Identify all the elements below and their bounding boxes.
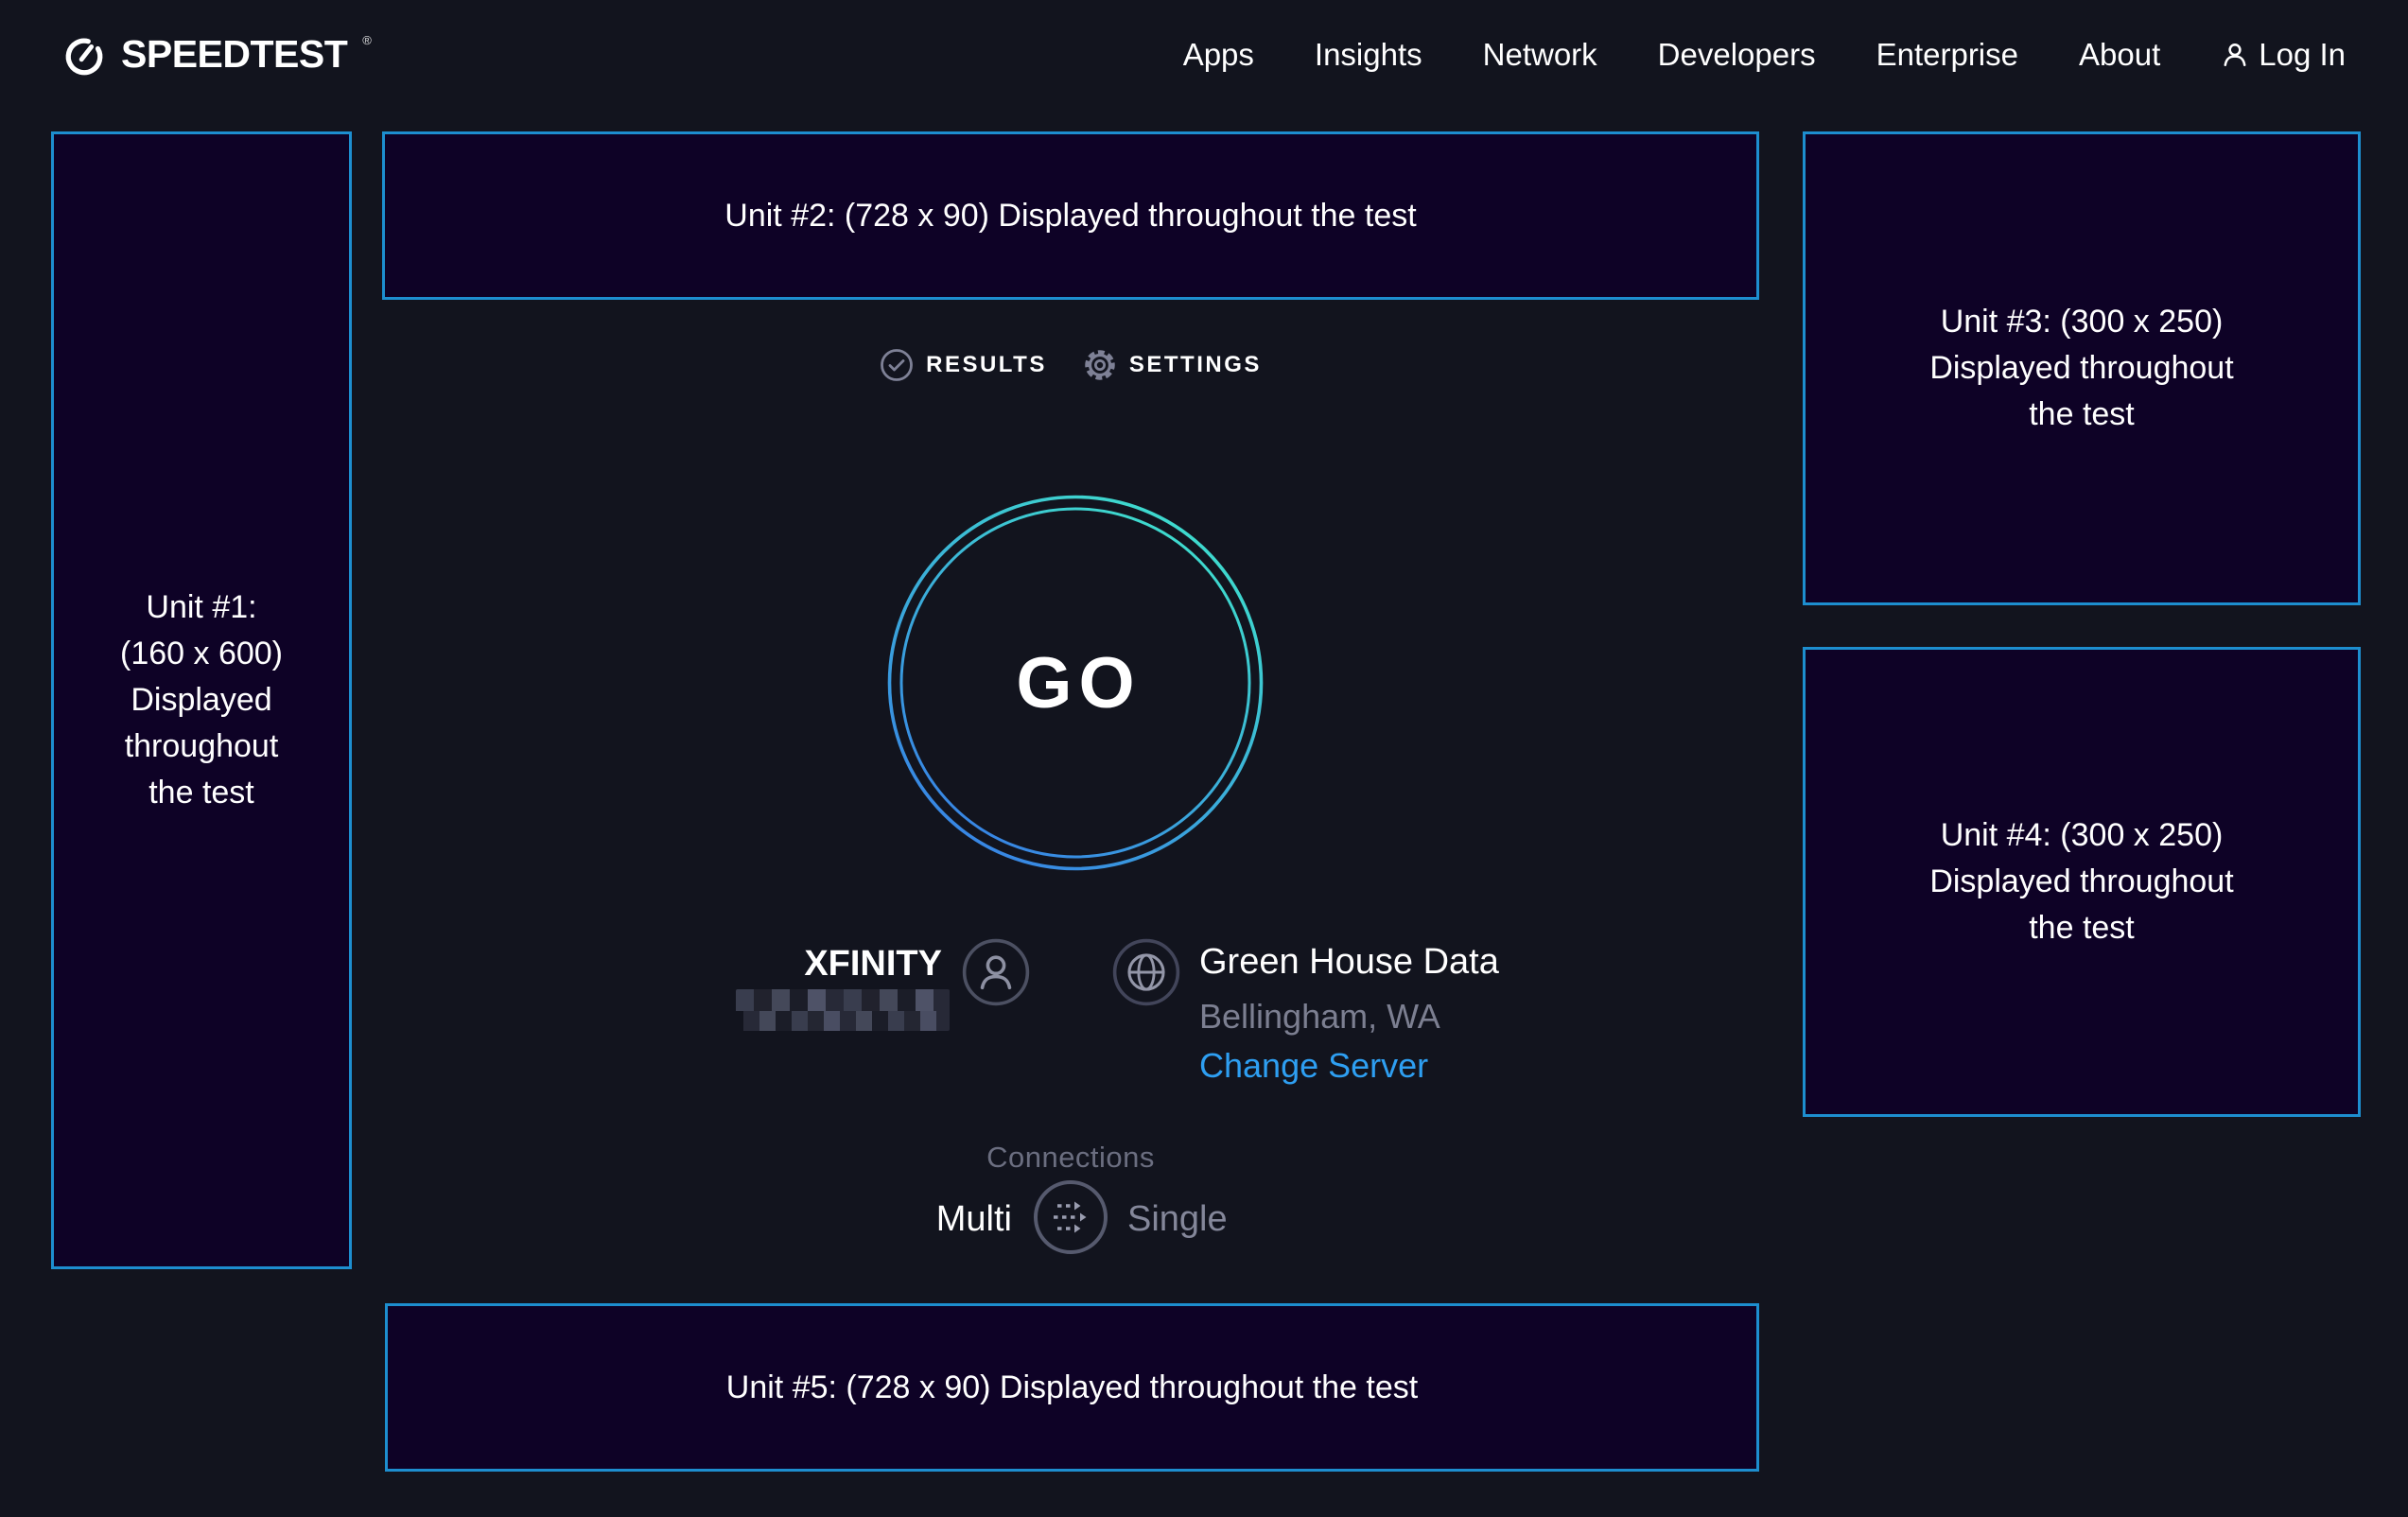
nav-item-network[interactable]: Network (1483, 37, 1597, 73)
server-location: Bellingham, WA (1199, 997, 1440, 1037)
redacted-isp-detail (736, 989, 950, 1031)
logo[interactable]: SPEEDTEST ® (62, 32, 372, 78)
server-name: Green House Data (1199, 942, 1499, 983)
nav-item-insights[interactable]: Insights (1315, 37, 1422, 73)
ad-text: Unit #4: (300 x 250) (1806, 812, 2358, 859)
ad-text: Displayed throughout (1806, 859, 2358, 905)
nav-item-developers[interactable]: Developers (1658, 37, 1816, 73)
login-label: Log In (2259, 37, 2346, 73)
connections-single-option[interactable]: Single (1127, 1199, 1228, 1240)
logo-trademark: ® (362, 34, 372, 46)
ad-text: Unit #1: (54, 584, 349, 631)
nav-links: Apps Insights Network Developers Enterpr… (1183, 37, 2346, 73)
isp-name: XFINITY (804, 944, 942, 985)
ad-text: the test (54, 770, 349, 816)
tabs-row: RESULTS SETTINGS (881, 342, 1260, 388)
ad-unit-5[interactable]: Unit #5: (728 x 90) Displayed throughout… (385, 1303, 1759, 1472)
tab-settings-label: SETTINGS (1129, 352, 1262, 378)
isp-person-icon (961, 937, 1031, 1007)
ad-text: (160 x 600) (54, 631, 349, 677)
ad-unit-3[interactable]: Unit #3: (300 x 250) Displayed throughou… (1803, 131, 2361, 605)
connections-toggle-icon[interactable] (1032, 1178, 1109, 1256)
go-label: GO (886, 494, 1265, 872)
speedtest-page: SPEEDTEST ® Apps Insights Network Develo… (0, 0, 2408, 1517)
connections-label: Connections (881, 1141, 1260, 1175)
ad-unit-2[interactable]: Unit #2: (728 x 90) Displayed throughout… (382, 131, 1759, 300)
top-nav: SPEEDTEST ® Apps Insights Network Develo… (0, 0, 2408, 110)
ad-unit-4[interactable]: Unit #4: (300 x 250) Displayed throughou… (1803, 647, 2361, 1117)
ad-text: Displayed (54, 677, 349, 724)
check-circle-icon (880, 348, 914, 382)
tab-results-label: RESULTS (926, 352, 1047, 378)
nav-item-apps[interactable]: Apps (1183, 37, 1254, 73)
ad-text: the test (1806, 905, 2358, 951)
ad-text: the test (1806, 392, 2358, 438)
go-button[interactable]: GO (886, 494, 1265, 872)
change-server-link[interactable]: Change Server (1199, 1046, 1428, 1086)
ad-text: Unit #5: (728 x 90) Displayed throughout… (388, 1365, 1756, 1411)
gear-icon (1083, 348, 1117, 382)
speedometer-icon (62, 34, 106, 78)
tab-results[interactable]: RESULTS (880, 348, 1047, 382)
server-globe-icon (1111, 937, 1181, 1007)
login-link[interactable]: Log In (2221, 37, 2346, 73)
logo-text: SPEEDTEST (121, 32, 347, 76)
ad-text: Unit #3: (300 x 250) (1806, 299, 2358, 345)
person-icon (2221, 41, 2249, 69)
ad-text: Unit #2: (728 x 90) Displayed throughout… (385, 193, 1756, 239)
ad-text: Displayed throughout (1806, 345, 2358, 392)
tab-settings[interactable]: SETTINGS (1083, 348, 1262, 382)
nav-item-about[interactable]: About (2079, 37, 2160, 73)
ad-unit-1[interactable]: Unit #1: (160 x 600) Displayed throughou… (51, 131, 352, 1269)
nav-item-enterprise[interactable]: Enterprise (1876, 37, 2018, 73)
connections-multi-option[interactable]: Multi (936, 1199, 1012, 1240)
ad-text: throughout (54, 724, 349, 770)
